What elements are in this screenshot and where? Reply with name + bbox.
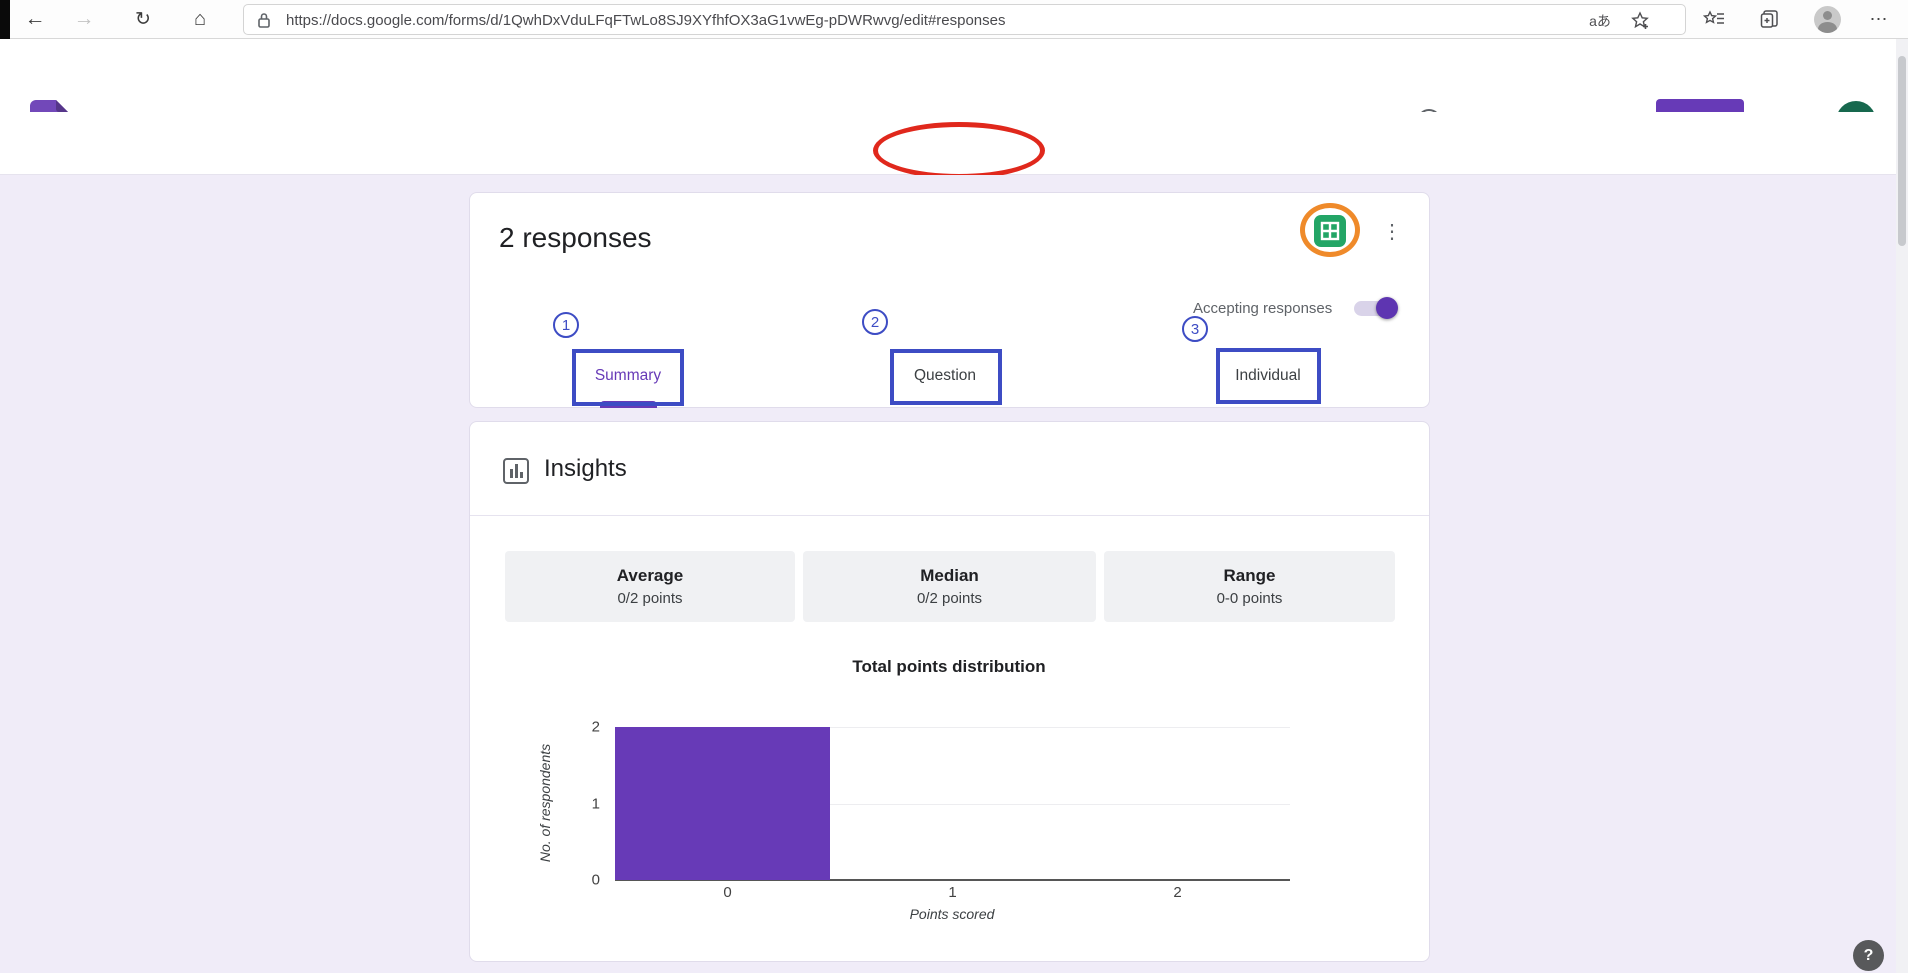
chart-x-tick: 2 (1065, 884, 1290, 901)
chart-ylabel: No. of respondents (537, 744, 553, 862)
insights-chart-icon (502, 457, 530, 490)
collections-icon[interactable] (1755, 4, 1785, 34)
chart-plot (615, 727, 1290, 880)
stat-range-value: 0-0 points (1217, 590, 1283, 607)
scrollbar-thumb[interactable] (1898, 56, 1906, 246)
responses-more-icon[interactable]: ⋮ (1381, 218, 1403, 244)
form-tab-bar: Questions Responses 2 Settings Total poi… (0, 112, 1908, 175)
chart-y-axis: 210 (560, 727, 600, 880)
chart-bar (615, 727, 830, 880)
chart-y-tick: 0 (592, 872, 600, 889)
address-bar[interactable]: https://docs.google.com/forms/d/1QwhDxVd… (243, 4, 1686, 35)
chart-y-tick: 2 (592, 719, 600, 736)
refresh-icon[interactable]: ↻ (126, 2, 160, 36)
accepting-responses-label: Accepting responses (1193, 300, 1332, 317)
chart-x-tick: 1 (840, 884, 1065, 901)
stat-range-label: Range (1224, 566, 1276, 586)
subtab-individual[interactable]: Individual (1235, 367, 1301, 385)
favorites-icon[interactable] (1699, 4, 1729, 34)
accepting-responses-toggle[interactable] (1354, 301, 1396, 316)
chart-x-tick: 0 (615, 884, 840, 901)
responses-count-title: 2 responses (499, 222, 652, 254)
translate-icon[interactable]: aあ (1587, 10, 1613, 32)
chart-x-axis: 012 (615, 884, 1290, 901)
lock-icon (257, 12, 271, 33)
forward-icon[interactable]: → (67, 2, 101, 36)
browser-menu-icon[interactable]: ⋯ (1864, 4, 1894, 34)
view-in-sheets-icon[interactable] (1314, 215, 1346, 247)
home-icon[interactable]: ⌂ (183, 2, 217, 36)
insights-divider (470, 515, 1429, 516)
subtab-question[interactable]: Question (914, 367, 976, 385)
back-icon[interactable]: ← (18, 2, 52, 36)
stat-median: Median 0/2 points (803, 551, 1096, 622)
active-subtab-indicator (600, 401, 657, 408)
browser-profile-avatar[interactable] (1812, 4, 1842, 34)
forms-header: Blank Quiz ↶ ↷ Send ⋮ M (0, 39, 1908, 112)
toggle-thumb (1376, 297, 1398, 319)
stat-median-label: Median (920, 566, 979, 586)
add-favorite-icon[interactable] (1627, 10, 1653, 32)
subtab-summary[interactable]: Summary (595, 367, 661, 385)
browser-toolbar: ← → ↻ ⌂ https://docs.google.com/forms/d/… (0, 0, 1908, 39)
url-text: https://docs.google.com/forms/d/1QwhDxVd… (286, 12, 1006, 29)
help-button[interactable]: ? (1853, 940, 1884, 971)
stat-median-value: 0/2 points (917, 590, 982, 607)
chart-title: Total points distribution (852, 657, 1045, 677)
window-edge (0, 0, 10, 39)
chart-xlabel: Points scored (910, 906, 995, 922)
insights-title: Insights (544, 455, 627, 483)
stat-average: Average 0/2 points (505, 551, 795, 622)
stat-average-label: Average (617, 566, 683, 586)
stat-average-value: 0/2 points (617, 590, 682, 607)
stat-range: Range 0-0 points (1104, 551, 1395, 622)
chart-y-tick: 1 (592, 795, 600, 812)
